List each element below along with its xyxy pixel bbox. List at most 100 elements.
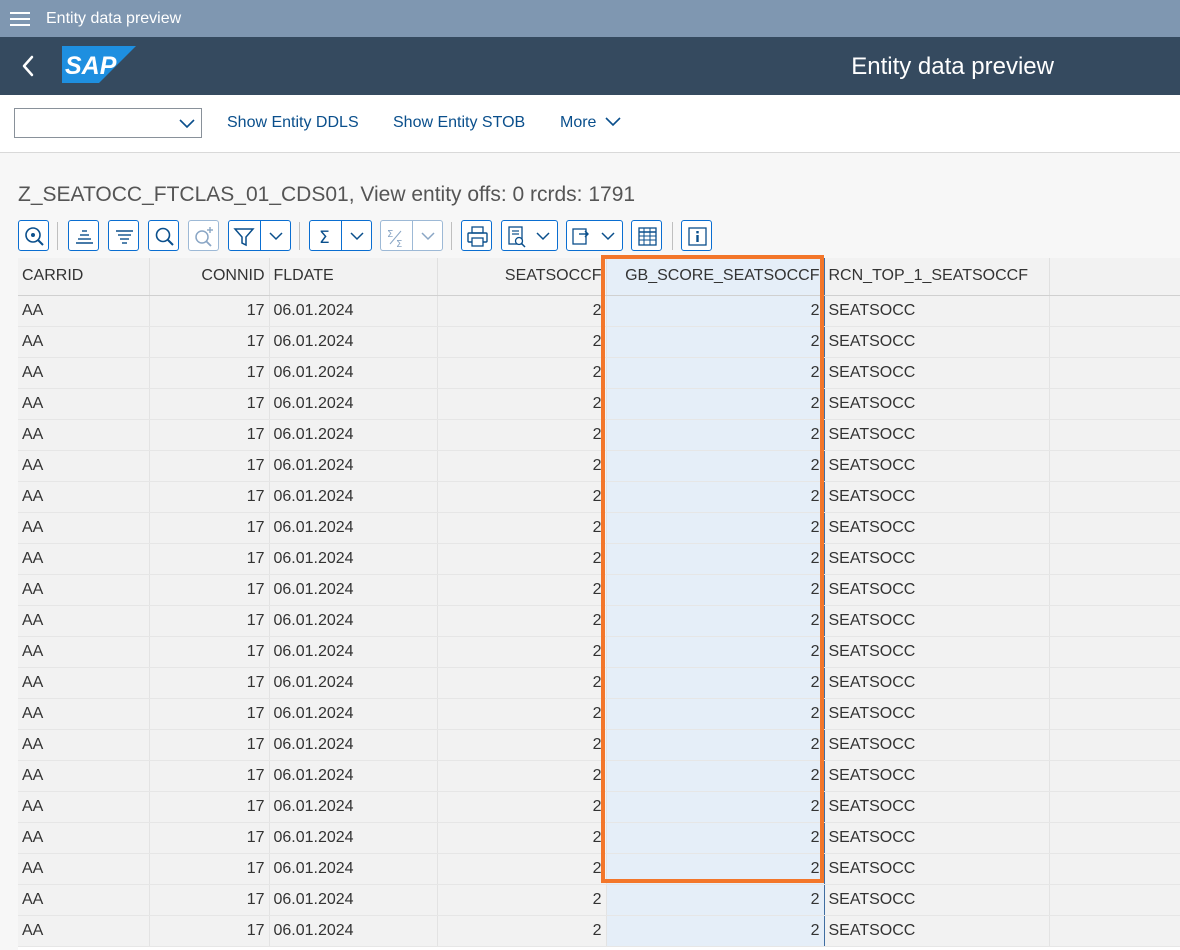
- cell-connid[interactable]: 17: [149, 512, 270, 544]
- cell-gb-score-seatsoccf[interactable]: 2: [605, 853, 825, 885]
- cell-gb-score-seatsoccf[interactable]: 2: [605, 729, 825, 761]
- find-next-button[interactable]: [188, 220, 219, 251]
- table-row[interactable]: AA 17 06.01.2024 2 2 SEATSOCC: [18, 605, 1180, 637]
- cell-fldate[interactable]: 06.01.2024: [269, 357, 438, 389]
- cell-fldate[interactable]: 06.01.2024: [269, 791, 438, 823]
- cell-carrid[interactable]: AA: [18, 729, 150, 761]
- cell-carrid[interactable]: AA: [18, 698, 150, 730]
- table-row[interactable]: AA 17 06.01.2024 2 2 SEATSOCC: [18, 760, 1180, 792]
- cell-gb-score-seatsoccf[interactable]: 2: [605, 636, 825, 668]
- cell-seatsoccf[interactable]: 2: [437, 822, 607, 854]
- cell-seatsoccf[interactable]: 2: [437, 791, 607, 823]
- cell-seatsoccf[interactable]: 2: [437, 419, 607, 451]
- cell-gb-score-seatsoccf[interactable]: 2: [605, 605, 825, 637]
- cell-rcn-top-1-seatsoccf[interactable]: SEATSOCC: [824, 636, 1050, 668]
- export-menu-button[interactable]: [566, 220, 623, 251]
- cell-connid[interactable]: 17: [149, 450, 270, 482]
- layout-button[interactable]: [631, 220, 662, 251]
- table-row[interactable]: AA 17 06.01.2024 2 2 SEATSOCC: [18, 481, 1180, 513]
- cell-fldate[interactable]: 06.01.2024: [269, 822, 438, 854]
- cell-seatsoccf[interactable]: 2: [437, 357, 607, 389]
- cell-connid[interactable]: 17: [149, 326, 270, 358]
- cell-connid[interactable]: 17: [149, 357, 270, 389]
- print-button[interactable]: [461, 220, 492, 251]
- cell-fldate[interactable]: 06.01.2024: [269, 419, 438, 451]
- cell-gb-score-seatsoccf[interactable]: 2: [605, 574, 825, 606]
- cell-seatsoccf[interactable]: 2: [437, 295, 607, 327]
- cell-connid[interactable]: 17: [149, 419, 270, 451]
- table-row[interactable]: AA 17 06.01.2024 2 2 SEATSOCC: [18, 512, 1180, 544]
- cell-connid[interactable]: 17: [149, 605, 270, 637]
- cell-connid[interactable]: 17: [149, 729, 270, 761]
- cell-connid[interactable]: 17: [149, 543, 270, 575]
- total-menu-button[interactable]: Σ: [309, 220, 372, 251]
- table-row[interactable]: AA 17 06.01.2024 2 2 SEATSOCC: [18, 698, 1180, 730]
- table-row[interactable]: AA 17 06.01.2024 2 2 SEATSOCC: [18, 667, 1180, 699]
- table-row[interactable]: AA 17 06.01.2024 2 2 SEATSOCC: [18, 388, 1180, 420]
- table-row[interactable]: AA 17 06.01.2024 2 2 SEATSOCC: [18, 450, 1180, 482]
- cell-connid[interactable]: 17: [149, 636, 270, 668]
- cell-carrid[interactable]: AA: [18, 357, 150, 389]
- cell-seatsoccf[interactable]: 2: [437, 636, 607, 668]
- table-row[interactable]: AA 17 06.01.2024 2 2 SEATSOCC: [18, 419, 1180, 451]
- table-row[interactable]: AA 17 06.01.2024 2 2 SEATSOCC: [18, 853, 1180, 885]
- cell-fldate[interactable]: 06.01.2024: [269, 729, 438, 761]
- cell-fldate[interactable]: 06.01.2024: [269, 574, 438, 606]
- cell-seatsoccf[interactable]: 2: [437, 574, 607, 606]
- cell-seatsoccf[interactable]: 2: [437, 915, 607, 947]
- cell-rcn-top-1-seatsoccf[interactable]: SEATSOCC: [824, 326, 1050, 358]
- cell-connid[interactable]: 17: [149, 791, 270, 823]
- table-row[interactable]: AA 17 06.01.2024 2 2 SEATSOCC: [18, 574, 1180, 606]
- cell-connid[interactable]: 17: [149, 853, 270, 885]
- table-row[interactable]: AA 17 06.01.2024 2 2 SEATSOCC: [18, 791, 1180, 823]
- cell-rcn-top-1-seatsoccf[interactable]: SEATSOCC: [824, 512, 1050, 544]
- more-menu-button[interactable]: More: [560, 114, 621, 132]
- show-entity-ddls-link[interactable]: Show Entity DDLS: [227, 114, 359, 132]
- cell-carrid[interactable]: AA: [18, 853, 150, 885]
- cell-gb-score-seatsoccf[interactable]: 2: [605, 915, 825, 947]
- cell-seatsoccf[interactable]: 2: [437, 729, 607, 761]
- cell-seatsoccf[interactable]: 2: [437, 853, 607, 885]
- sap-logo[interactable]: SAP: [62, 46, 136, 83]
- cell-rcn-top-1-seatsoccf[interactable]: SEATSOCC: [824, 605, 1050, 637]
- cell-connid[interactable]: 17: [149, 822, 270, 854]
- cell-rcn-top-1-seatsoccf[interactable]: SEATSOCC: [824, 419, 1050, 451]
- cell-gb-score-seatsoccf[interactable]: 2: [605, 481, 825, 513]
- cell-gb-score-seatsoccf[interactable]: 2: [605, 450, 825, 482]
- cell-connid[interactable]: 17: [149, 481, 270, 513]
- cell-gb-score-seatsoccf[interactable]: 2: [605, 791, 825, 823]
- cell-carrid[interactable]: AA: [18, 388, 150, 420]
- menu-icon[interactable]: [10, 11, 30, 26]
- cell-carrid[interactable]: AA: [18, 295, 150, 327]
- cell-fldate[interactable]: 06.01.2024: [269, 760, 438, 792]
- cell-rcn-top-1-seatsoccf[interactable]: SEATSOCC: [824, 481, 1050, 513]
- cell-seatsoccf[interactable]: 2: [437, 450, 607, 482]
- cell-fldate[interactable]: 06.01.2024: [269, 667, 438, 699]
- cell-rcn-top-1-seatsoccf[interactable]: SEATSOCC: [824, 698, 1050, 730]
- cell-rcn-top-1-seatsoccf[interactable]: SEATSOCC: [824, 450, 1050, 482]
- cell-gb-score-seatsoccf[interactable]: 2: [605, 822, 825, 854]
- cell-carrid[interactable]: AA: [18, 512, 150, 544]
- back-icon[interactable]: [14, 51, 44, 81]
- show-entity-stob-link[interactable]: Show Entity STOB: [393, 114, 525, 132]
- cell-rcn-top-1-seatsoccf[interactable]: SEATSOCC: [824, 295, 1050, 327]
- table-row[interactable]: AA 17 06.01.2024 2 2 SEATSOCC: [18, 915, 1180, 947]
- cell-gb-score-seatsoccf[interactable]: 2: [605, 326, 825, 358]
- cell-seatsoccf[interactable]: 2: [437, 884, 607, 916]
- variant-dropdown[interactable]: [14, 108, 202, 138]
- cell-gb-score-seatsoccf[interactable]: 2: [605, 512, 825, 544]
- cell-connid[interactable]: 17: [149, 295, 270, 327]
- cell-gb-score-seatsoccf[interactable]: 2: [605, 357, 825, 389]
- cell-fldate[interactable]: 06.01.2024: [269, 295, 438, 327]
- cell-rcn-top-1-seatsoccf[interactable]: SEATSOCC: [824, 822, 1050, 854]
- cell-fldate[interactable]: 06.01.2024: [269, 481, 438, 513]
- cell-gb-score-seatsoccf[interactable]: 2: [605, 760, 825, 792]
- cell-connid[interactable]: 17: [149, 915, 270, 947]
- table-row[interactable]: AA 17 06.01.2024 2 2 SEATSOCC: [18, 822, 1180, 854]
- sort-ascending-button[interactable]: [68, 220, 99, 251]
- cell-carrid[interactable]: AA: [18, 760, 150, 792]
- cell-fldate[interactable]: 06.01.2024: [269, 853, 438, 885]
- column-header-seatsoccf[interactable]: SEATSOCCF: [437, 258, 607, 296]
- cell-carrid[interactable]: AA: [18, 822, 150, 854]
- cell-rcn-top-1-seatsoccf[interactable]: SEATSOCC: [824, 884, 1050, 916]
